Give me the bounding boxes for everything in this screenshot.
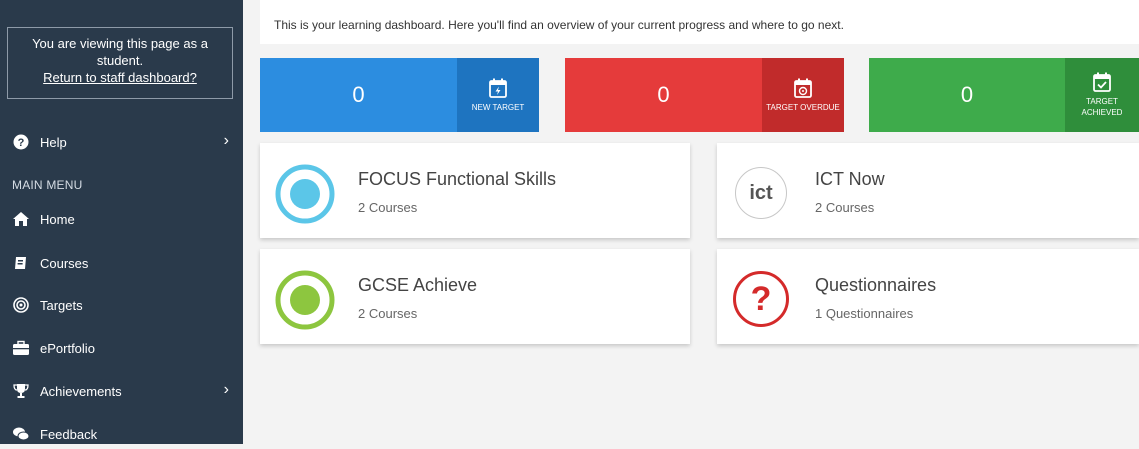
stat-label: NEW TARGET [471,102,525,112]
stat-value: 0 [960,82,974,107]
card-title: ICT Now [815,169,885,189]
focus-logo-icon [275,164,335,224]
sidebar-item-label: Targets [40,297,83,313]
briefcase-icon [12,339,30,357]
sidebar-item-label: Home [40,211,75,227]
course-card-gcse-achieve[interactable]: GCSE Achieve 2 Courses [260,249,690,344]
intro-text: This is your learning dashboard. Here yo… [274,18,844,32]
stat-tag: TARGET ACHIEVED [1065,58,1139,132]
chevron-right-icon: › [223,381,229,398]
sidebar-item-label: Courses [40,255,89,271]
sidebar-item-help[interactable]: ? Help › [0,127,243,157]
sidebar-item-label: Achievements [40,383,122,399]
stat-label: TARGET OVERDUE [766,102,840,112]
stat-tag: TARGET OVERDUE [762,58,844,132]
help-circle-icon: ? [12,133,30,151]
card-title: FOCUS Functional Skills [358,169,557,189]
ict-logo-text: ict [749,181,773,204]
course-card-ict-now[interactable]: ict ICT Now 2 Courses [717,143,1139,238]
stat-value: 0 [352,82,365,107]
target-icon [12,296,30,314]
return-to-staff-link[interactable]: Return to staff dashboard? [8,69,232,86]
comments-icon [12,425,30,443]
question-mark-icon: ? [733,271,789,327]
sidebar-item-achievements[interactable]: Achievements › [0,376,243,406]
sidebar-item-eportfolio[interactable]: ePortfolio [0,333,243,363]
calendar-check-icon [1093,72,1111,92]
card-subtitle: 2 Courses [358,200,418,215]
home-icon [12,210,30,228]
notice-text-line2: student. [96,53,144,68]
notice-text-line1: You are viewing this page as a [32,36,208,51]
card-title: GCSE Achieve [358,275,478,295]
main-menu-heading: MAIN MENU [12,178,83,192]
card-title: Questionnaires [815,275,937,295]
card-subtitle: 2 Courses [815,200,875,215]
course-card-questionnaires[interactable]: ? Questionnaires 1 Questionnaires [717,249,1139,344]
question-logo-text: ? [750,280,772,318]
sidebar-item-feedback[interactable]: Feedback [0,419,243,449]
course-card-focus[interactable]: FOCUS Functional Skills 2 Courses [260,143,690,238]
sidebar-item-targets[interactable]: Targets [0,290,243,320]
sidebar-item-label: ePortfolio [40,340,95,356]
chevron-right-icon: › [223,132,229,149]
student-view-notice: You are viewing this page as a student. … [7,27,233,99]
stat-tag: NEW TARGET [457,58,539,132]
stat-new-target[interactable]: 0 NEW TARGET [260,58,539,132]
stat-value: 0 [657,82,670,107]
card-subtitle: 1 Questionnaires [815,306,914,321]
stat-target-achieved[interactable]: 0 TARGET ACHIEVED [869,58,1139,132]
sidebar-item-label: Feedback [40,426,98,442]
dashboard-main: This is your learning dashboard. Here yo… [260,0,1139,444]
book-icon [12,254,30,272]
sidebar: You are viewing this page as a student. … [0,0,243,444]
intro-panel: This is your learning dashboard. Here yo… [260,0,1139,44]
card-subtitle: 2 Courses [358,306,418,321]
stat-label: TARGET ACHIEVED [1081,97,1123,117]
sidebar-item-courses[interactable]: Courses [0,248,243,278]
sidebar-item-label: Help [40,134,67,150]
trophy-icon [12,382,30,400]
svg-text:?: ? [18,137,25,149]
ict-logo-icon: ict [735,167,787,219]
gcse-logo-icon [275,270,335,330]
calendar-alert-icon [794,78,812,98]
stat-target-overdue[interactable]: 0 TARGET OVERDUE [565,58,844,132]
calendar-bolt-icon [489,78,507,98]
sidebar-item-home[interactable]: Home [0,204,243,234]
